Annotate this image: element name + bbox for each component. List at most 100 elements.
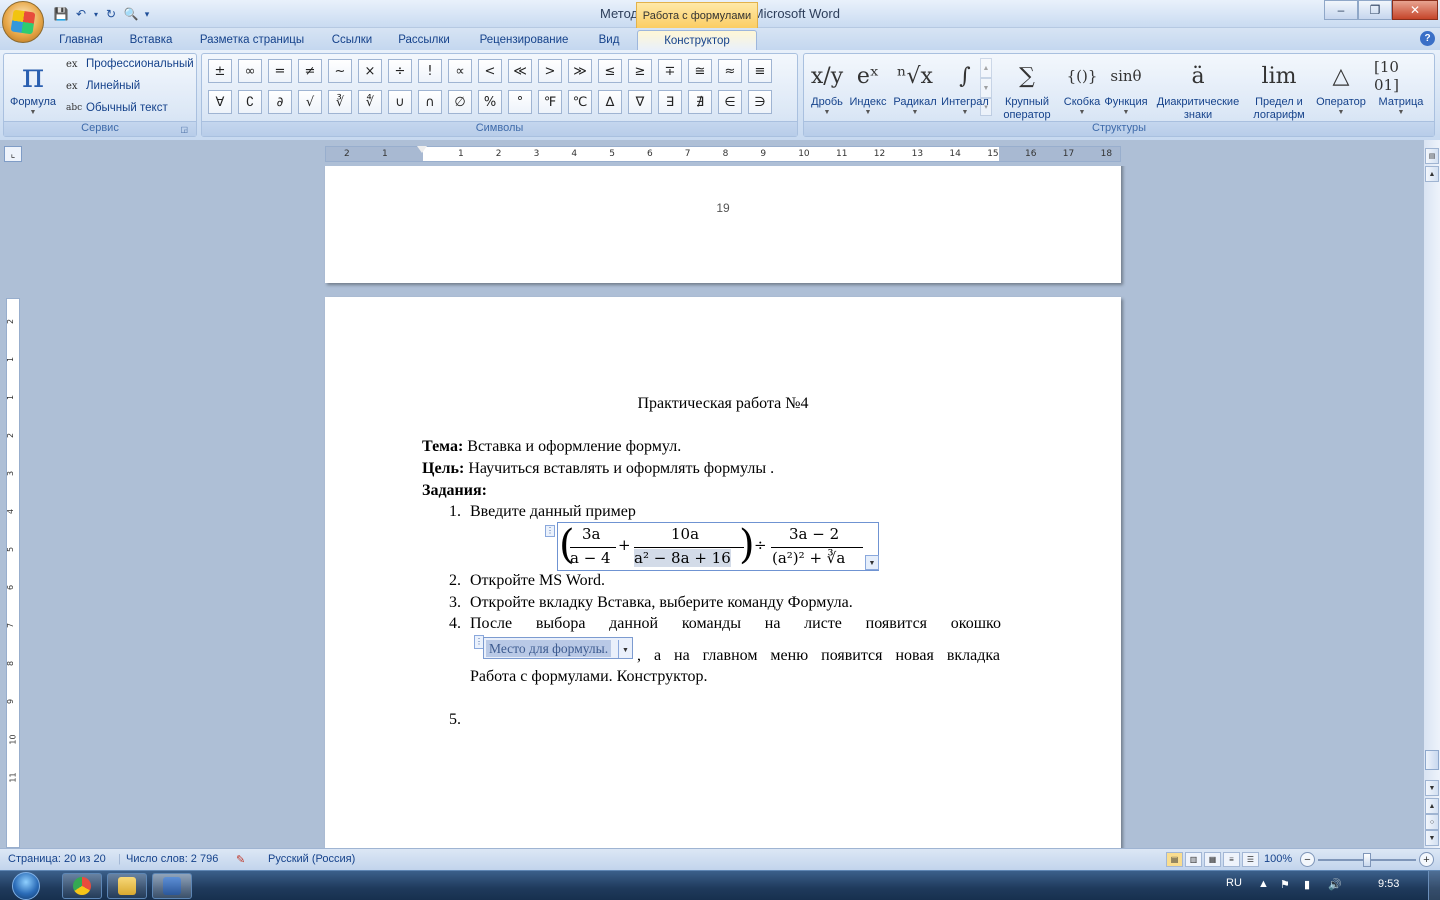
symbol-button[interactable]: ∩ <box>418 90 442 114</box>
scroll-down-icon[interactable]: ▼ <box>1425 780 1439 796</box>
symbol-button[interactable]: ≅ <box>688 59 712 83</box>
symbol-button[interactable]: ≪ <box>508 59 532 83</box>
start-button[interactable] <box>6 871 46 900</box>
language[interactable]: Русский (Россия) <box>268 853 355 865</box>
help-icon[interactable]: ? <box>1420 31 1435 46</box>
symbol-button[interactable]: ~ <box>328 59 352 83</box>
scroll-up-icon[interactable]: ▲ <box>1425 166 1439 182</box>
symbol-button[interactable]: ∇ <box>628 90 652 114</box>
symbol-button[interactable]: ∂ <box>268 90 292 114</box>
symbol-button[interactable]: ≈ <box>718 59 742 83</box>
previous-page-icon[interactable]: ▲ <box>1425 798 1439 814</box>
volume-icon[interactable]: 🔊 <box>1328 878 1342 891</box>
symbol-button[interactable]: < <box>478 59 502 83</box>
next-page-icon[interactable]: ▼ <box>1425 830 1439 846</box>
clock[interactable]: 9:53 <box>1378 878 1399 890</box>
input-language[interactable]: RU <box>1226 877 1242 889</box>
symbol-button[interactable]: ≥ <box>628 59 652 83</box>
symbol-button[interactable]: × <box>358 59 382 83</box>
symbol-button[interactable]: ∈ <box>718 90 742 114</box>
vertical-ruler[interactable]: 2 1 1 2 3 4 5 6 7 8 9 10 11 <box>6 298 20 848</box>
network-icon[interactable]: ▮ <box>1304 878 1310 891</box>
tab-design[interactable]: Конструктор <box>637 30 757 50</box>
zoom-slider-thumb[interactable] <box>1363 853 1371 867</box>
structure-button-8[interactable]: limПредел илогарифм▼ <box>1244 56 1314 130</box>
tab-references[interactable]: Ссылки <box>326 30 378 50</box>
dialog-launcher-icon[interactable]: ◲ <box>180 125 188 134</box>
plain-text-button[interactable]: abc Обычный текст <box>66 102 168 114</box>
browse-object-icon[interactable]: ○ <box>1425 814 1439 830</box>
tab-review[interactable]: Рецензирование <box>472 30 576 50</box>
symbol-button[interactable]: = <box>268 59 292 83</box>
structure-button-5[interactable]: {()} Скобка ▼ <box>1064 56 1100 116</box>
spellcheck-icon[interactable]: ✎ <box>236 853 245 866</box>
scroll-thumb[interactable] <box>1425 750 1439 770</box>
structure-button-7[interactable]: äДиакритическиезнаки▼ <box>1152 56 1244 130</box>
office-button[interactable] <box>2 1 44 43</box>
symbol-button[interactable]: ÷ <box>388 59 412 83</box>
zoom-out-icon[interactable]: − <box>1300 852 1315 867</box>
word-taskbar-button[interactable] <box>152 873 192 899</box>
symbol-button[interactable]: ℉ <box>538 90 562 114</box>
symbol-button[interactable]: ≫ <box>568 59 592 83</box>
print-layout-icon[interactable]: ▤ <box>1166 852 1183 867</box>
symbol-button[interactable]: ∛ <box>328 90 352 114</box>
tab-page-layout[interactable]: Разметка страницы <box>194 30 310 50</box>
full-screen-reading-icon[interactable]: ▥ <box>1185 852 1202 867</box>
tab-home[interactable]: Главная <box>52 30 110 50</box>
draft-icon[interactable]: ☰ <box>1242 852 1259 867</box>
symbol-button[interactable]: ∅ <box>448 90 472 114</box>
professional-button[interactable]: ex Профессиональный <box>66 58 194 70</box>
show-desktop-button[interactable] <box>1428 871 1440 900</box>
placeholder-dropdown-icon[interactable]: ▼ <box>618 640 632 658</box>
web-layout-icon[interactable]: ▦ <box>1204 852 1221 867</box>
symbol-button[interactable]: ∄ <box>688 90 712 114</box>
equation-dropdown-icon[interactable]: ▼ <box>865 555 879 570</box>
structure-button-10[interactable]: [10 01] Матрица ▼ <box>1374 56 1428 116</box>
page-count[interactable]: Страница: 20 из 20 <box>8 853 106 865</box>
structure-button-2[interactable]: ⁿ√x Радикал ▼ <box>892 56 938 117</box>
symbol-button[interactable]: % <box>478 90 502 114</box>
symbol-button[interactable]: ∞ <box>238 59 262 83</box>
tray-arrow-icon[interactable]: ▲ <box>1258 878 1269 890</box>
formula-button[interactable]: π Формула ▼ <box>6 56 60 116</box>
word-count[interactable]: Число слов: 2 796 <box>126 853 218 865</box>
vertical-scrollbar[interactable]: ▤ ▲ ▼ ▲ ○ ▼ <box>1424 140 1440 848</box>
symbol-button[interactable]: ∝ <box>448 59 472 83</box>
chrome-taskbar-button[interactable] <box>62 873 102 899</box>
symbol-button[interactable]: ∋ <box>748 90 772 114</box>
minimize-button[interactable]: – <box>1324 0 1358 20</box>
horizontal-ruler[interactable]: 2 1 1 2 3 4 5 6 7 8 9 10 11 12 13 14 15 16 17 18 <box>325 146 1121 162</box>
symbol-button[interactable]: ∆ <box>598 90 622 114</box>
structure-button-3[interactable]: ∫ Интеграл ▼ <box>938 56 992 117</box>
tab-selector-button[interactable]: ⌞ <box>4 146 22 162</box>
symbol-button[interactable]: ! <box>418 59 442 83</box>
page-current[interactable]: Практическая работа №4 Тема: Вставка и о… <box>325 297 1121 848</box>
restore-button[interactable]: ❐ <box>1358 0 1392 20</box>
indent-marker-icon[interactable] <box>417 146 427 160</box>
structure-button-0[interactable]: x/y Дробь ▼ <box>808 56 846 117</box>
ruler-toggle-icon[interactable]: ▤ <box>1425 148 1439 164</box>
symbol-button[interactable]: ℃ <box>568 90 592 114</box>
tab-view[interactable]: Вид <box>592 30 626 50</box>
action-center-icon[interactable]: ⚑ <box>1280 878 1290 891</box>
symbol-button[interactable]: ∃ <box>658 90 682 114</box>
structure-button-9[interactable]: △ Оператор ▼ <box>1312 56 1370 117</box>
equation-handle-icon[interactable]: ⋮ <box>545 525 555 537</box>
symbol-button[interactable]: ∜ <box>358 90 382 114</box>
equation-box[interactable]: ( 3a a − 4 + 10a a² − 8a + 16 ) ÷ 3a − 2… <box>557 522 879 571</box>
symbol-button[interactable]: ° <box>508 90 532 114</box>
symbol-button[interactable]: ≠ <box>298 59 322 83</box>
close-button[interactable]: ✕ <box>1392 0 1438 20</box>
explorer-taskbar-button[interactable] <box>107 873 147 899</box>
outline-icon[interactable]: ≡ <box>1223 852 1240 867</box>
symbol-button[interactable]: > <box>538 59 562 83</box>
zoom-level[interactable]: 100% <box>1264 853 1292 865</box>
linear-button[interactable]: ex Линейный <box>66 80 140 92</box>
document-area[interactable]: 2 1 1 2 3 4 5 6 7 8 9 10 11 19 Практическая работа №… <box>0 166 1424 848</box>
symbol-button[interactable]: ± <box>208 59 232 83</box>
tab-mailings[interactable]: Рассылки <box>394 30 454 50</box>
structure-button-4[interactable]: ∑Крупныйоператор▼ <box>992 56 1062 130</box>
symbol-button[interactable]: ∁ <box>238 90 262 114</box>
symbol-button[interactable]: ≡ <box>748 59 772 83</box>
